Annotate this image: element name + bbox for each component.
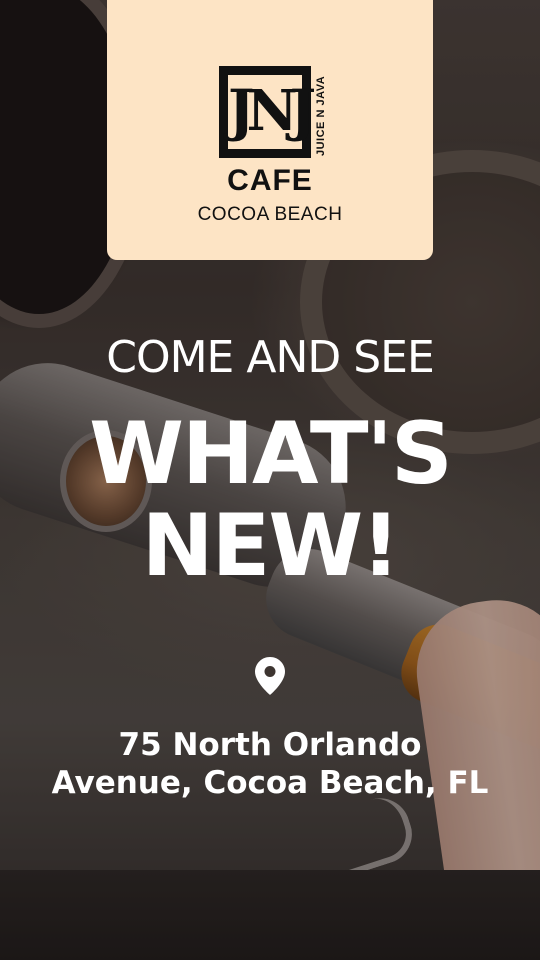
logo-mark: JNJ xyxy=(219,66,316,158)
address-line1: 75 North Orlando xyxy=(118,727,422,763)
headline-big-line1: WHAT'S xyxy=(89,404,453,504)
address-line2: Avenue, Cocoa Beach, FL xyxy=(51,765,489,801)
headline-small: COME AND SEE xyxy=(106,332,435,383)
logo-title: CAFE xyxy=(227,164,313,197)
logo-vertical-text: JUICE N JAVA xyxy=(315,75,327,157)
headline-big-line2: NEW! xyxy=(141,496,401,596)
logo-subtitle: COCOA BEACH xyxy=(197,204,343,225)
location-pin-icon xyxy=(255,657,285,695)
logo-letters: JNJ xyxy=(228,78,316,144)
logo-card: JNJ JUICE N JAVA CAFE COCOA BEACH xyxy=(107,0,433,260)
